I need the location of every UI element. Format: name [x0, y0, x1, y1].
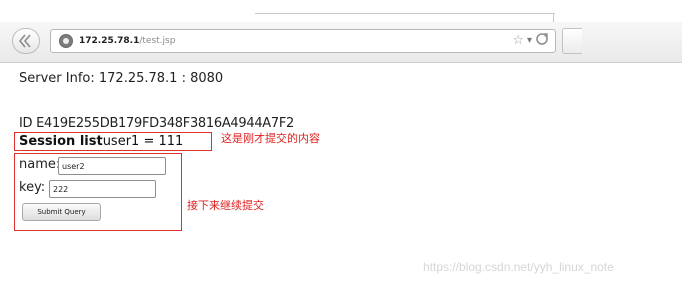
url-path: /test.jsp [139, 36, 176, 46]
name-input[interactable] [58, 157, 166, 175]
page-content: Server Info: 172.25.78.1 : 8080 ID E419E… [0, 63, 682, 285]
name-label: name: [19, 157, 61, 172]
browser-toolbar: 172.25.78.1/test.jsp ☆ ▾ [0, 22, 682, 63]
highlight-box-session [14, 132, 212, 151]
annotation-continue: 接下来继续提交 [187, 199, 264, 212]
key-label: key: [19, 180, 46, 195]
back-button[interactable] [12, 28, 40, 54]
address-bar[interactable]: 172.25.78.1/test.jsp ☆ ▾ [50, 29, 556, 53]
address-text[interactable]: 172.25.78.1/test.jsp [79, 35, 175, 47]
session-id: ID E419E255DB179FD348F3816A4944A7F2 [19, 116, 295, 131]
annotation-submitted: 这是刚才提交的内容 [221, 132, 320, 145]
browser-tabstrip [0, 0, 682, 22]
star-icon[interactable]: ☆ [512, 33, 524, 49]
toolbar-extra-button[interactable] [562, 28, 582, 54]
site-identity-icon[interactable] [59, 34, 73, 48]
url-host: 172.25.78.1 [79, 36, 140, 46]
key-input[interactable] [49, 180, 156, 198]
reload-icon[interactable] [535, 32, 549, 51]
address-bar-controls: ☆ ▾ [512, 32, 549, 51]
watermark: https://blog.csdn.net/yyh_linux_note [423, 260, 614, 274]
dropdown-icon[interactable]: ▾ [527, 33, 532, 49]
server-info: Server Info: 172.25.78.1 : 8080 [19, 71, 224, 86]
tab-outline-edge [553, 13, 554, 22]
submit-button[interactable]: Submit Query [22, 203, 101, 221]
